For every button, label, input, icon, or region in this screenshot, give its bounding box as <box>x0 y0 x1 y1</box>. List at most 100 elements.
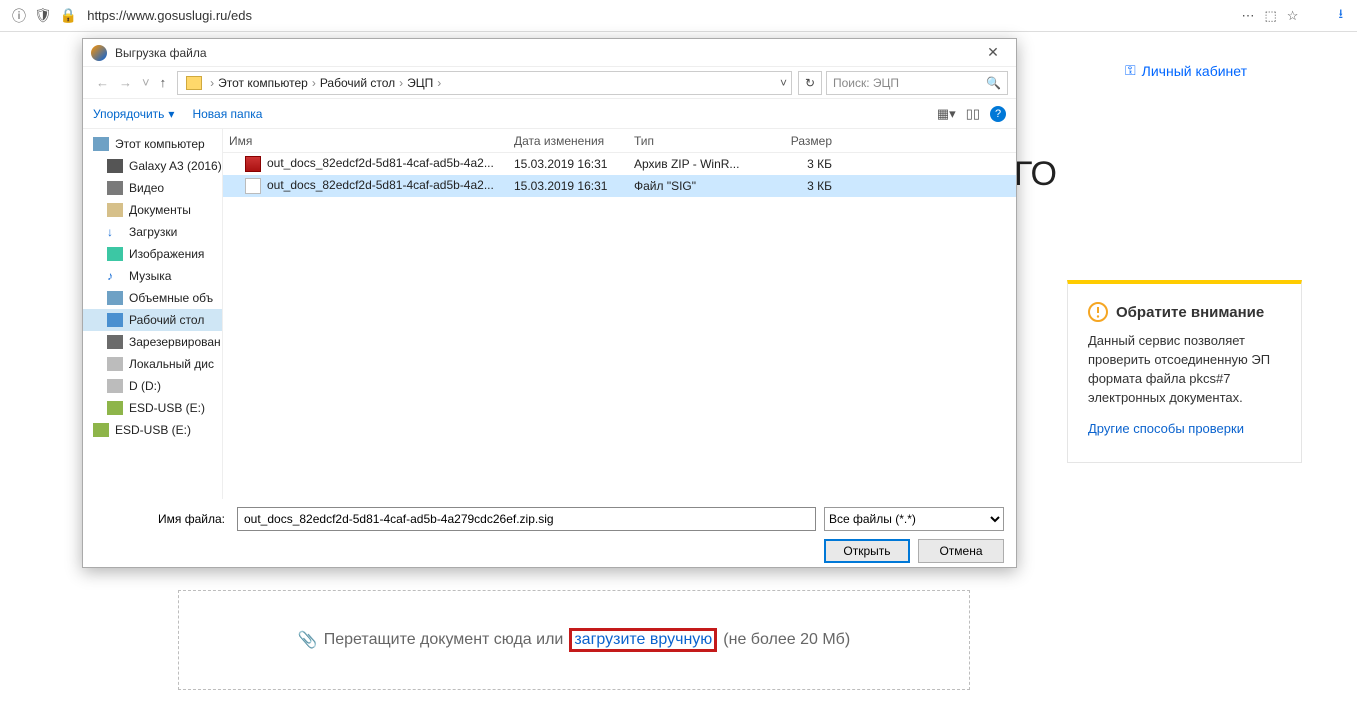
new-folder-button[interactable]: Новая папка <box>192 107 262 121</box>
account-link[interactable]: ⚿ Личный кабинет <box>1125 62 1247 79</box>
tree-item[interactable]: ESD-USB (E:) <box>83 419 222 441</box>
tree-item-icon <box>107 181 123 195</box>
tree-item[interactable]: Изображения <box>83 243 222 265</box>
file-row[interactable]: out_docs_82edcf2d-5d81-4caf-ad5b-4a2...1… <box>223 175 1016 197</box>
search-field[interactable]: Поиск: ЭЦП 🔍 <box>826 71 1008 95</box>
tree-item-icon <box>93 423 109 437</box>
dialog-title: Выгрузка файла <box>115 46 978 60</box>
tree-item-icon <box>107 401 123 415</box>
filter-select[interactable]: Все файлы (*.*) <box>824 507 1004 531</box>
tree-item[interactable]: Этот компьютер <box>83 133 222 155</box>
back-button[interactable]: ← <box>91 75 114 90</box>
tree-item-label: Galaxy A3 (2016) <box>129 159 222 173</box>
col-type: Тип <box>628 134 748 148</box>
file-icon <box>245 178 261 194</box>
info-body: Данный сервис позволяет проверить отсоед… <box>1088 332 1281 407</box>
tree-item[interactable]: Galaxy A3 (2016) <box>83 155 222 177</box>
breadcrumb-dropdown[interactable]: ˅ <box>780 76 787 90</box>
tree-item-label: ESD-USB (E:) <box>129 401 205 415</box>
tree-item[interactable]: Рабочий стол <box>83 309 222 331</box>
dialog-pathbar: ← → ˅ ↑ › Этот компьютер › Рабочий стол … <box>83 67 1016 99</box>
file-open-dialog: Выгрузка файла ✕ ← → ˅ ↑ › Этот компьюте… <box>82 38 1017 568</box>
tree-item[interactable]: Объемные объ <box>83 287 222 309</box>
warning-icon <box>1088 302 1108 322</box>
view-mode-button[interactable]: ▦▾ <box>937 106 956 122</box>
folder-icon <box>186 76 202 90</box>
dialog-titlebar[interactable]: Выгрузка файла ✕ <box>83 39 1016 67</box>
up-button[interactable]: ↑ <box>155 75 172 90</box>
tree-item[interactable]: Зарезервирован <box>83 331 222 353</box>
filename-input[interactable] <box>237 507 816 531</box>
tree-item-icon <box>107 291 123 305</box>
col-date: Дата изменения <box>508 134 628 148</box>
column-headers[interactable]: Имя Дата изменения Тип Размер <box>223 129 1016 153</box>
search-icon: 🔍 <box>986 76 1001 90</box>
file-list-area: Имя Дата изменения Тип Размер out_docs_8… <box>223 129 1016 499</box>
tree-item-icon <box>107 335 123 349</box>
tree-item[interactable]: Документы <box>83 199 222 221</box>
organize-menu[interactable]: Упорядочить▾ <box>93 107 174 121</box>
breadcrumb[interactable]: › Этот компьютер › Рабочий стол › ЭЦП › … <box>177 71 792 95</box>
preview-toggle[interactable]: ▯▯ <box>966 106 980 122</box>
upload-link[interactable]: загрузите вручную <box>569 628 717 652</box>
tree-item-label: Зарезервирован <box>129 335 221 349</box>
pocket-icon[interactable]: ⬚ <box>1264 8 1276 24</box>
tree-item-label: Видео <box>129 181 164 195</box>
tree-item[interactable]: Видео <box>83 177 222 199</box>
tree-item[interactable]: ♪ Музыка <box>83 265 222 287</box>
tree-item[interactable]: ESD-USB (E:) <box>83 397 222 419</box>
browser-address-bar: ⓘ 🛡 🔒 ⋯ ⬚ ☆ ⭳ <box>0 0 1357 32</box>
tree-item-icon <box>107 159 123 173</box>
tree-item[interactable]: D (D:) <box>83 375 222 397</box>
tree-item-label: Изображения <box>129 247 204 261</box>
open-button[interactable]: Открыть <box>824 539 910 563</box>
dropzone-hint: (не более 20 Мб) <box>723 631 850 649</box>
breadcrumb-seg[interactable]: Рабочий стол <box>320 76 395 90</box>
tree-item-icon: ↓ <box>107 225 123 239</box>
tree-item-icon <box>107 313 123 327</box>
download-icon[interactable]: ⭳ <box>1338 5 1343 27</box>
file-dropzone[interactable]: 📎 Перетащите документ сюда или загрузите… <box>178 590 970 690</box>
tree-item[interactable]: ↓ Загрузки <box>83 221 222 243</box>
tree-item-icon <box>107 379 123 393</box>
tree-item[interactable]: Локальный дис <box>83 353 222 375</box>
col-size: Размер <box>748 134 838 148</box>
forward-button: → <box>114 75 137 90</box>
url-input[interactable] <box>81 8 1235 23</box>
tree-item-icon <box>93 137 109 151</box>
breadcrumb-seg[interactable]: ЭЦП <box>407 76 433 90</box>
folder-tree[interactable]: Этот компьютер Galaxy A3 (2016) Видео Докум… <box>83 129 223 499</box>
tree-item-icon <box>107 357 123 371</box>
tree-item-label: Этот компьютер <box>115 137 205 151</box>
cancel-button[interactable]: Отмена <box>918 539 1004 563</box>
help-button[interactable]: ? <box>990 106 1006 122</box>
lock-icon: 🔒 <box>60 7 77 24</box>
info-link[interactable]: Другие способы проверки <box>1088 421 1281 436</box>
filename-label: Имя файла: <box>95 512 229 526</box>
info-icon[interactable]: ⓘ <box>12 6 26 26</box>
col-name: Имя <box>223 134 508 148</box>
page-fragment: ГО <box>1014 155 1057 194</box>
refresh-button[interactable]: ↻ <box>798 71 822 95</box>
file-icon <box>245 156 261 172</box>
tree-item-icon: ♪ <box>107 269 123 283</box>
info-panel: Обратите внимание Данный сервис позволяе… <box>1067 280 1302 463</box>
tree-item-label: Рабочий стол <box>129 313 204 327</box>
tree-item-icon <box>107 247 123 261</box>
close-button[interactable]: ✕ <box>978 43 1008 63</box>
tree-item-label: Загрузки <box>129 225 177 239</box>
tree-item-icon <box>107 203 123 217</box>
more-icon[interactable]: ⋯ <box>1241 8 1254 24</box>
recent-dropdown[interactable]: ˅ <box>137 75 155 90</box>
tree-item-label: Объемные объ <box>129 291 213 305</box>
tree-item-label: D (D:) <box>129 379 161 393</box>
dialog-toolbar: Упорядочить▾ Новая папка ▦▾ ▯▯ ? <box>83 99 1016 129</box>
breadcrumb-seg[interactable]: Этот компьютер <box>218 76 308 90</box>
tree-item-label: Музыка <box>129 269 171 283</box>
tree-item-label: ESD-USB (E:) <box>115 423 191 437</box>
shield-icon[interactable]: 🛡 <box>34 7 52 24</box>
dialog-footer: Имя файла: Все файлы (*.*) Открыть Отмен… <box>83 499 1016 575</box>
bookmark-icon[interactable]: ☆ <box>1287 8 1299 24</box>
file-row[interactable]: out_docs_82edcf2d-5d81-4caf-ad5b-4a2...1… <box>223 153 1016 175</box>
info-title: Обратите внимание <box>1088 302 1281 322</box>
